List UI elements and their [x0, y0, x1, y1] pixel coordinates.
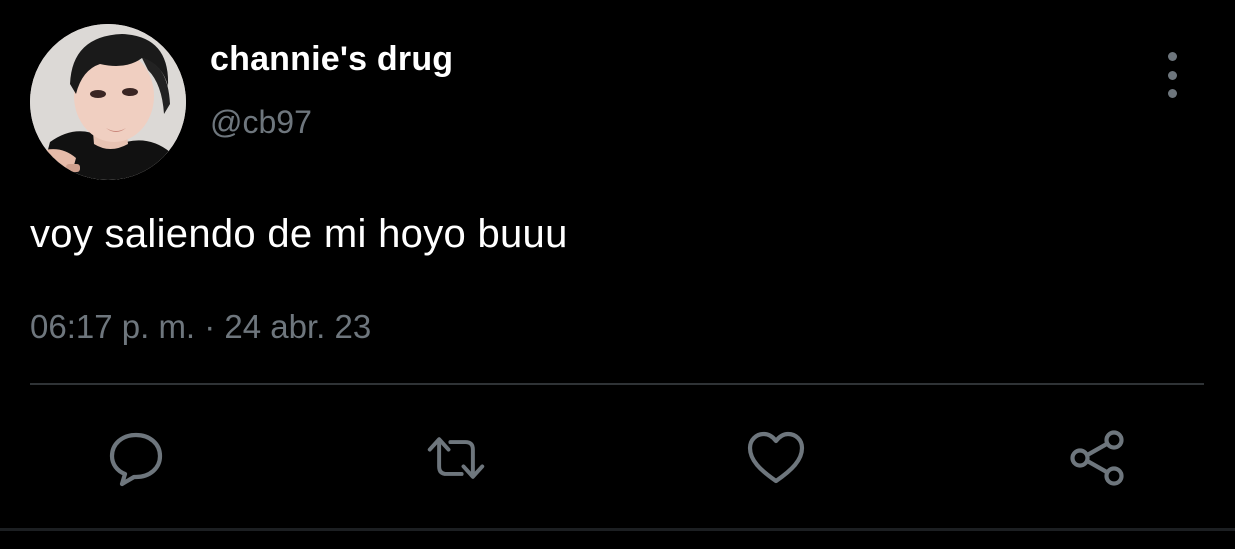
retweet-icon: [427, 437, 485, 479]
profile-photo: [30, 24, 186, 180]
user-handle[interactable]: @cb97: [210, 104, 312, 141]
retweet-button[interactable]: [426, 428, 486, 488]
avatar[interactable]: [30, 24, 186, 180]
reply-icon: [109, 432, 163, 487]
tweet-text: voy saliendo de mi hoyo buuu: [30, 212, 568, 256]
like-button[interactable]: [746, 428, 806, 488]
display-name[interactable]: channie's drug: [210, 40, 453, 79]
reply-button[interactable]: [106, 428, 166, 488]
tweet-timestamp[interactable]: 06:17 p. m. · 24 abr. 23: [30, 308, 371, 346]
vertical-ellipsis-icon-dot: [1167, 89, 1177, 98]
divider: [30, 383, 1204, 385]
like-icon: [747, 431, 805, 484]
vertical-ellipsis-icon: [1167, 52, 1177, 61]
vertical-ellipsis-icon-dot: [1167, 70, 1177, 80]
share-icon: [1070, 430, 1124, 486]
more-options-button[interactable]: [1152, 52, 1192, 98]
share-button[interactable]: [1068, 428, 1128, 488]
bottom-divider: [0, 528, 1235, 531]
